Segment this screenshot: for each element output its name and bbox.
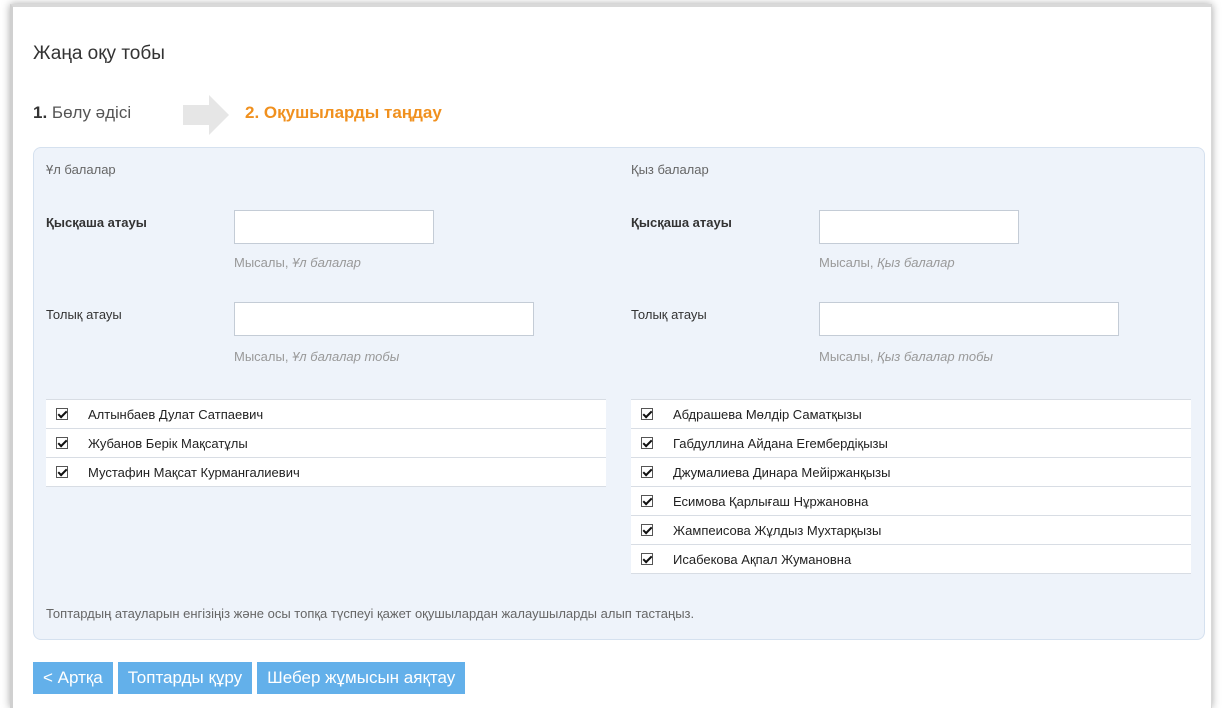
boys-student-row[interactable]: Алтынбаев Дулат Сатпаевич [46,400,606,429]
boys-student-row[interactable]: Жубанов Берік Мақсатұлы [46,429,606,458]
step-1-label: Бөлу әдісі [51,103,132,122]
wizard-steps: 1. Бөлу әдісі 2. Оқушыларды таңдау [33,95,633,135]
student-name: Исабекова Ақпал Жумановна [673,551,852,567]
student-name: Мустафин Мақсат Курмангалиевич [88,464,300,480]
step-2-label: 2. Оқушыларды таңдау [245,103,442,122]
girls-short-name-hint-example: Қыз балалар [877,255,955,270]
checkbox-checked-icon[interactable] [56,466,68,478]
student-name: Габдуллина Айдана Егембердіқызы [673,435,888,451]
girls-full-name-hint-example: Қыз балалар тобы [877,349,993,364]
boys-full-name-hint-example: Ұл балалар тобы [292,349,400,364]
girls-student-row[interactable]: Есимова Қарлығаш Нұржановна [631,487,1191,516]
girls-student-row[interactable]: Исабекова Ақпал Жумановна [631,545,1191,574]
girls-full-name-label: Толық атауы [631,307,707,322]
checkbox-checked-icon[interactable] [641,495,653,507]
girls-student-row[interactable]: Габдуллина Айдана Егембердіқызы [631,429,1191,458]
back-button[interactable]: < Артқа [33,662,113,694]
girls-student-list: Абдрашева Мөлдір Саматқызы Габдуллина Айд… [631,399,1191,574]
page-title: Жаңа оқу тобы [33,43,165,64]
girls-column: Қыз балалар Қысқаша атауы Мысалы, Қыз ба… [619,148,1199,639]
girls-full-name-input[interactable] [819,302,1119,336]
student-name: Абдрашева Мөлдір Саматқызы [673,406,862,422]
girls-short-name-hint-prefix: Мысалы, [819,255,874,270]
boys-column: Ұл балалар Қысқаша атауы Мысалы, Ұл бала… [34,148,614,639]
girls-full-name-hint-prefix: Мысалы, [819,349,874,364]
checkbox-checked-icon[interactable] [641,524,653,536]
boys-short-name-input[interactable] [234,210,434,244]
girls-full-name-hint: Мысалы, Қыз балалар тобы [819,349,993,364]
boys-full-name-input[interactable] [234,302,534,336]
finish-wizard-button[interactable]: Шебер жұмысын аяқтау [257,662,466,694]
student-name: Алтынбаев Дулат Сатпаевич [88,406,264,422]
student-name: Есимова Қарлығаш Нұржановна [673,493,869,509]
girls-short-name-hint: Мысалы, Қыз балалар [819,255,955,270]
checkbox-checked-icon[interactable] [641,553,653,565]
boys-student-row[interactable]: Мустафин Мақсат Курмангалиевич [46,458,606,487]
student-name: Джумалиева Динара Мейіржанқызы [673,464,891,480]
girls-short-name-input[interactable] [819,210,1019,244]
girls-student-row[interactable]: Абдрашева Мөлдір Саматқызы [631,400,1191,429]
group-split-panel: Ұл балалар Қысқаша атауы Мысалы, Ұл бала… [33,147,1205,640]
boys-full-name-hint: Мысалы, Ұл балалар тобы [234,349,399,364]
boys-student-list: Алтынбаев Дулат Сатпаевич Жубанов Берік М… [46,399,606,487]
boys-full-name-hint-prefix: Мысалы, [234,349,289,364]
student-name: Жампеисова Жұлдыз Мухтарқызы [673,522,882,538]
step-1-number: 1. [33,103,48,122]
wizard-window: Жаңа оқу тобы 1. Бөлу әдісі 2. Оқушылард… [10,4,1212,708]
checkbox-checked-icon[interactable] [641,466,653,478]
instruction-note: Топтардың атауларын енгізіңіз және осы т… [46,606,695,621]
girls-group-title: Қыз балалар [631,162,709,177]
boys-group-title: Ұл балалар [46,162,116,177]
girls-student-row[interactable]: Джумалиева Динара Мейіржанқызы [631,458,1191,487]
boys-short-name-hint-example: Ұл балалар [292,255,361,270]
boys-short-name-hint: Мысалы, Ұл балалар [234,255,361,270]
checkbox-checked-icon[interactable] [641,408,653,420]
checkbox-checked-icon[interactable] [641,437,653,449]
boys-short-name-label: Қысқаша атауы [46,215,147,230]
checkbox-checked-icon[interactable] [56,408,68,420]
create-groups-button[interactable]: Топтарды құру [117,662,253,694]
boys-full-name-label: Толық атауы [46,307,122,322]
wizard-buttons: < Артқа Топтарды құру Шебер жұмысын аяқт… [33,662,466,694]
student-name: Жубанов Берік Мақсатұлы [88,435,248,451]
girls-short-name-label: Қысқаша атауы [631,215,732,230]
right-arrow-icon [183,95,229,135]
girls-student-row[interactable]: Жампеисова Жұлдыз Мухтарқызы [631,516,1191,545]
checkbox-checked-icon[interactable] [56,437,68,449]
boys-short-name-hint-prefix: Мысалы, [234,255,289,270]
step-1: 1. Бөлу әдісі [33,103,131,123]
